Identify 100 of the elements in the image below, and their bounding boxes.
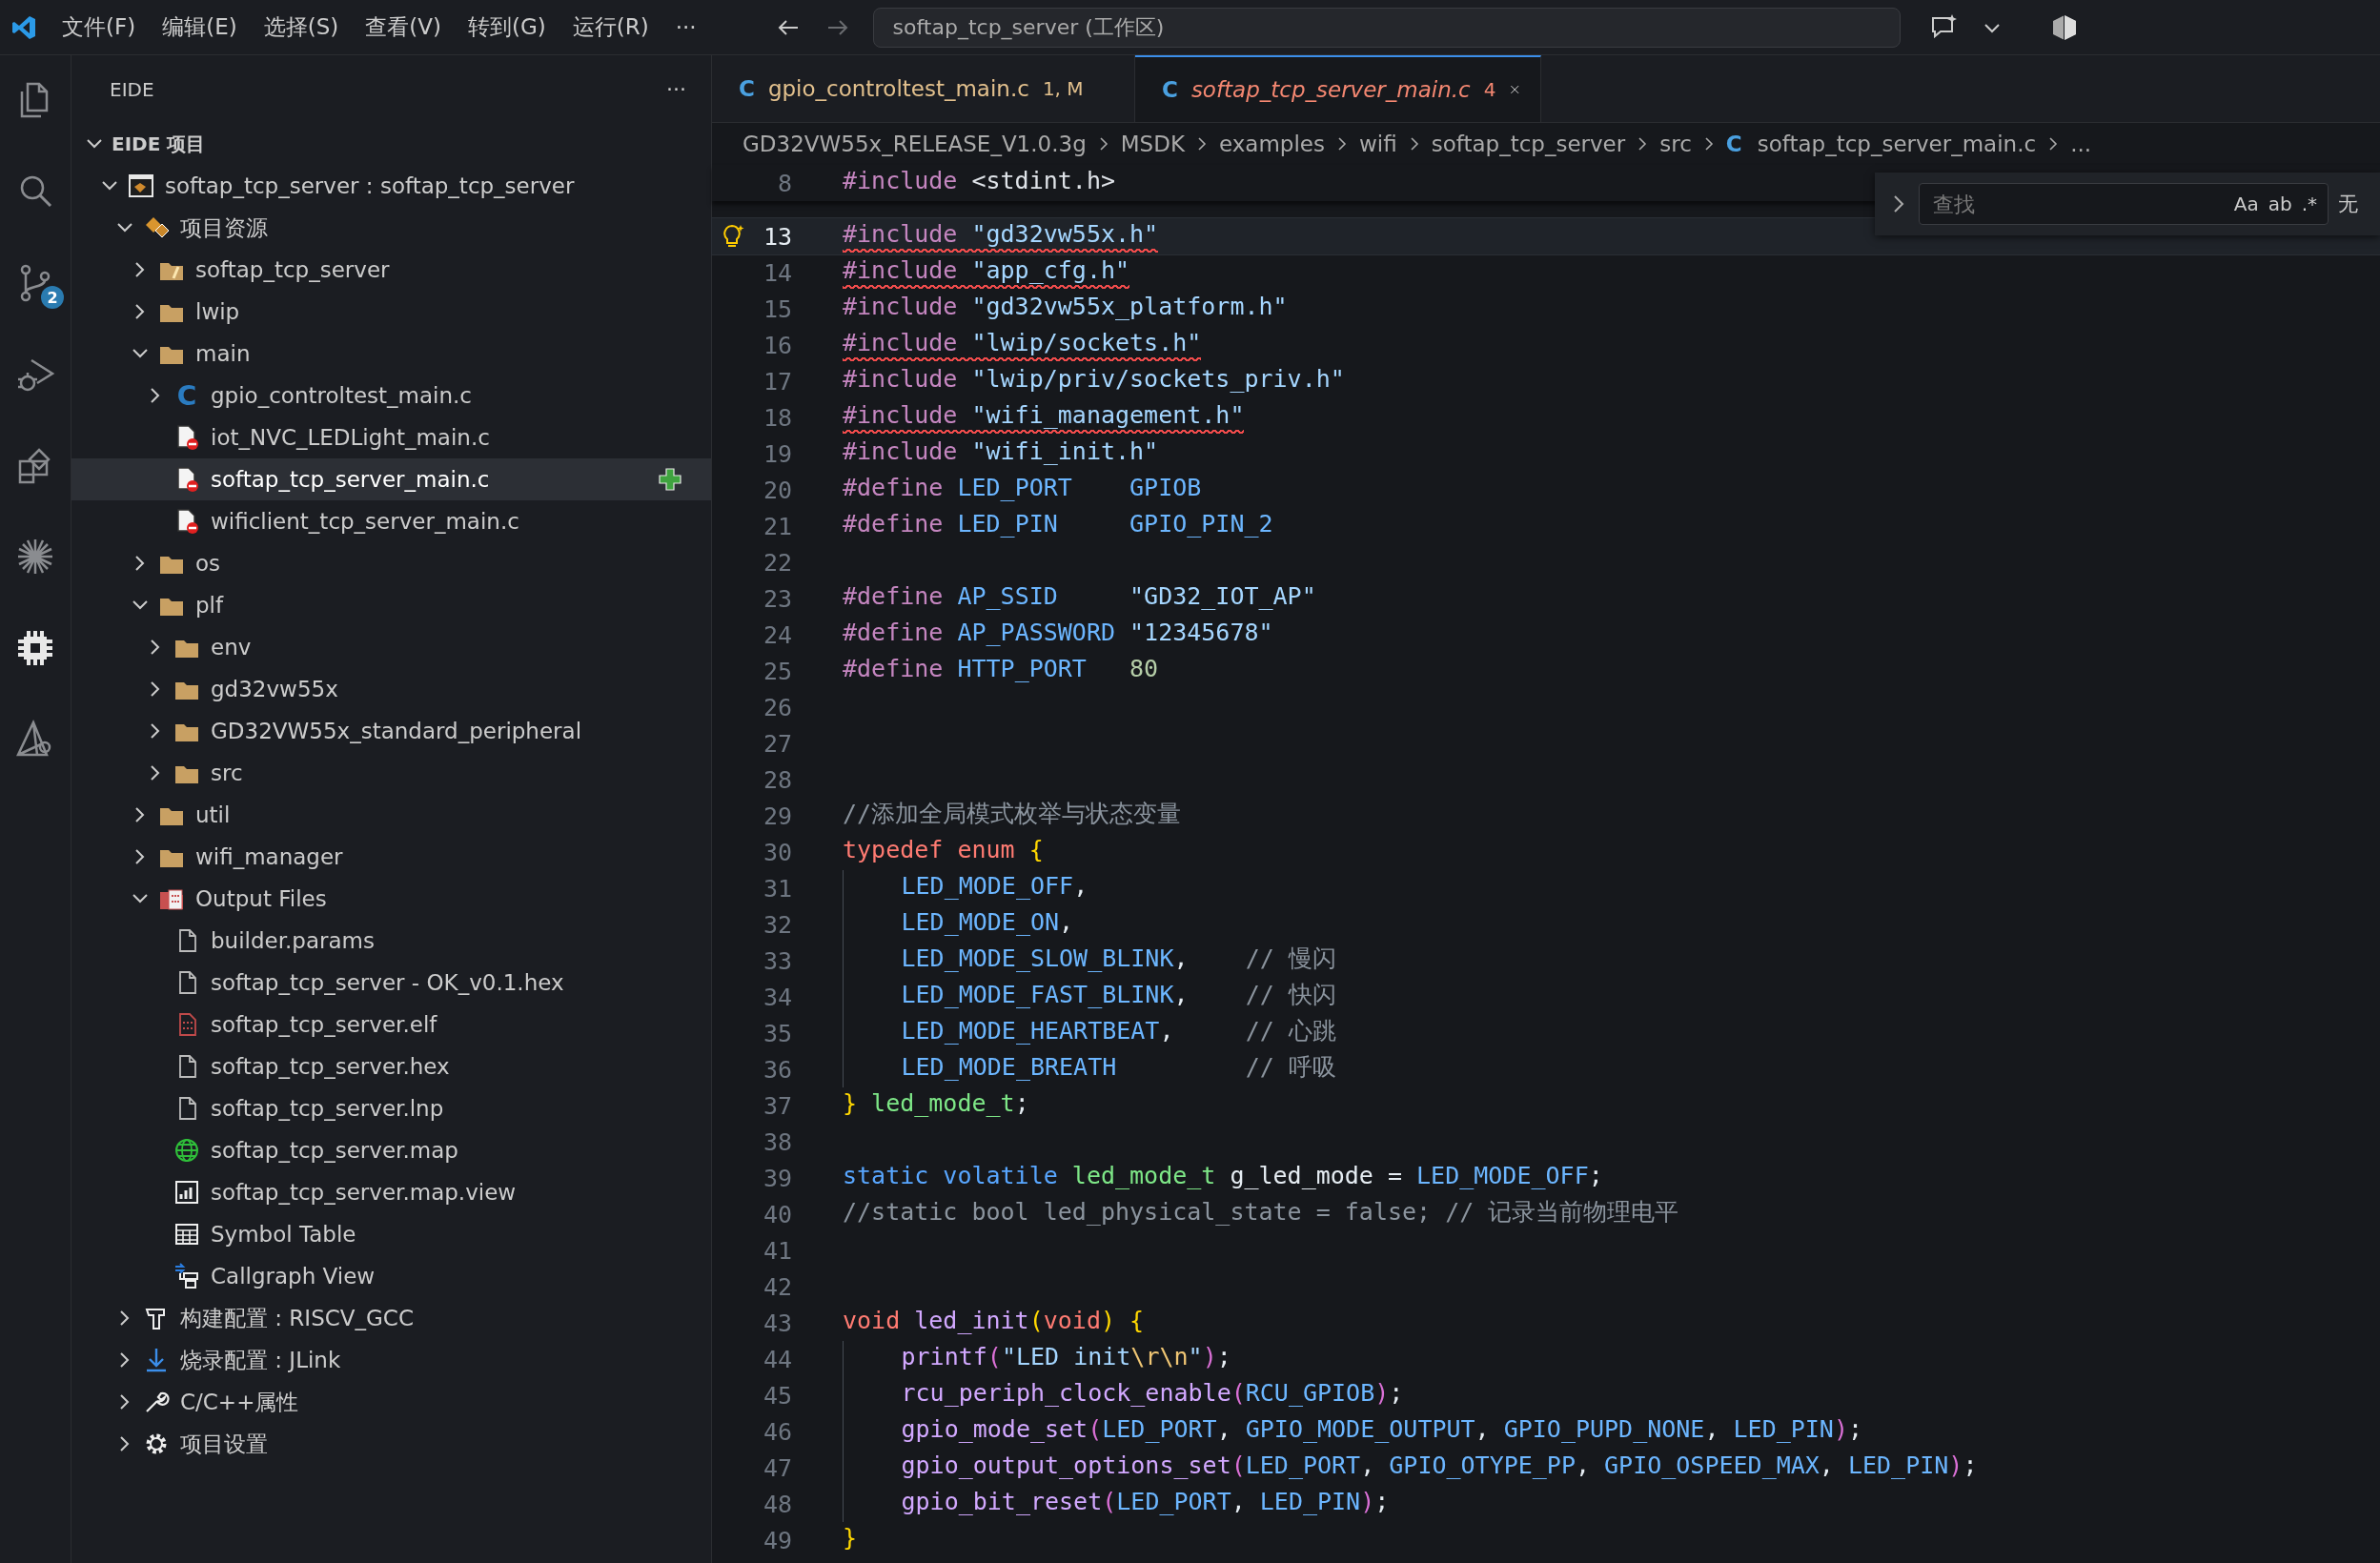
code-line: printf("LED init\r\n");: [901, 1343, 1231, 1372]
bar-chart-icon: [173, 1178, 201, 1207]
line-number: 36: [762, 1055, 792, 1084]
tree-item[interactable]: softap_tcp_server.map.view: [71, 1171, 711, 1213]
tree-item[interactable]: 构建配置 : RISCV_GCC: [71, 1297, 711, 1339]
line-number: 49: [762, 1526, 792, 1554]
breadcrumb[interactable]: MSDK: [1120, 132, 1185, 156]
code-line: //添加全局模式枚举与状态变量: [843, 800, 1182, 829]
add-button[interactable]: [658, 467, 682, 492]
line-number: 33: [762, 946, 792, 975]
tree-item[interactable]: iot_NVC_LEDLight_main.c: [71, 416, 711, 458]
c-language-icon: C: [173, 379, 201, 412]
globe-icon: [173, 1136, 201, 1165]
line-number: 18: [762, 403, 792, 432]
tree-item[interactable]: wificlient_tcp_server_main.c: [71, 500, 711, 542]
breadcrumb[interactable]: C softap_tcp_server_main.c: [1725, 132, 2037, 156]
line-number: 17: [762, 367, 792, 396]
tree-item[interactable]: builder.params: [71, 920, 711, 962]
tree-item[interactable]: os: [71, 542, 711, 584]
line-number: 14: [762, 258, 792, 287]
code-line: #define LED_PIN GPIO_PIN_2: [843, 510, 1273, 539]
tree-item[interactable]: 烧录配置 : JLink: [71, 1339, 711, 1381]
line-number: 43: [762, 1309, 792, 1337]
tree-item[interactable]: wifi_manager: [71, 836, 711, 878]
menu-item[interactable]: 运行(R): [565, 9, 656, 46]
find-option-toggle[interactable]: Aa: [2228, 191, 2264, 217]
match-count: 无: [2338, 192, 2358, 217]
tree-item[interactable]: plf: [71, 584, 711, 626]
breadcrumb[interactable]: examples: [1219, 132, 1325, 156]
tree-item[interactable]: 项目资源: [71, 207, 711, 249]
breadcrumb[interactable]: GD32VW55x_RELEASE_V1.0.3g: [742, 132, 1087, 156]
code-line: typedef enum {: [843, 836, 1044, 865]
project-window-icon: [127, 172, 155, 200]
tree-item[interactable]: Output Files: [71, 878, 711, 920]
line-number: 45: [762, 1381, 792, 1410]
tree-item[interactable]: gd32vw55x: [71, 668, 711, 710]
tree-item[interactable]: softap_tcp_server.hex: [71, 1045, 711, 1087]
breadcrumb[interactable]: src: [1659, 132, 1692, 156]
line-number: 24: [762, 620, 792, 649]
breadcrumb[interactable]: wifi: [1358, 132, 1397, 156]
tree-item[interactable]: softap_tcp_server.map: [71, 1129, 711, 1171]
tree-item[interactable]: lwip: [71, 291, 711, 333]
code-line: #include "gd32vw55x_platform.h": [843, 293, 1288, 322]
tree-item[interactable]: C gpio_controltest_main.c: [71, 375, 711, 416]
line-number: 46: [762, 1417, 792, 1446]
code-line: #include "lwip/priv/sockets_priv.h": [843, 365, 1345, 395]
line-number: 13: [762, 222, 792, 251]
code-line: rcu_periph_clock_enable(RCU_GPIOB);: [901, 1379, 1404, 1409]
find-option-toggle[interactable]: ab: [2263, 191, 2297, 217]
tree-item[interactable]: softap_tcp_server : softap_tcp_server: [71, 165, 711, 207]
line-number: 41: [762, 1236, 792, 1265]
tree-item[interactable]: GD32VW55x_standard_peripheral: [71, 710, 711, 752]
tree-item[interactable]: 项目设置: [71, 1423, 711, 1465]
line-number: 32: [762, 910, 792, 939]
line-number: 29: [762, 802, 792, 830]
line-number: 31: [762, 874, 792, 903]
menu-item[interactable]: 查看(V): [358, 9, 448, 46]
tree-item[interactable]: C/C++属性: [71, 1381, 711, 1423]
tree-item[interactable]: Symbol Table: [71, 1213, 711, 1255]
tree-item[interactable]: softap_tcp_server.elf: [71, 1004, 711, 1045]
line-number: 16: [762, 331, 792, 359]
breadcrumb[interactable]: ...: [2070, 132, 2092, 156]
find-option-toggle[interactable]: .*: [2296, 191, 2322, 217]
more-menu-button[interactable]: ···: [668, 10, 703, 44]
find-field[interactable]: 查找 Aa ab .*: [1919, 183, 2329, 225]
menu-item[interactable]: 编辑(E): [155, 9, 244, 46]
code-line: gpio_output_options_set(LED_PORT, GPIO_OTYPE_PP, GPIO_OSPEED_MAX, LED_PIN);: [901, 1451, 1978, 1481]
tree-item[interactable]: softap_tcp_server: [71, 249, 711, 291]
code-line: }: [843, 1524, 858, 1553]
tree-item[interactable]: Callgraph View: [71, 1255, 711, 1297]
tree-item[interactable]: softap_tcp_server.lnp: [71, 1087, 711, 1129]
line-number: 39: [762, 1164, 792, 1192]
menu-item[interactable]: 选择(S): [256, 9, 346, 46]
more-actions-button[interactable]: ···: [661, 76, 692, 102]
line-number: 26: [762, 693, 792, 721]
menu-item[interactable]: 转到(G): [460, 9, 553, 46]
tree-item[interactable]: src: [71, 752, 711, 794]
panel-title: EIDE: [110, 77, 154, 101]
code-line: gpio_mode_set(LED_PORT, GPIO_MODE_OUTPUT, GPIO_PUPD_NONE, LED_PIN);: [901, 1415, 1862, 1445]
line-number: 40: [762, 1200, 792, 1228]
tree-item[interactable]: softap_tcp_server - OK_v0.1.hex: [71, 962, 711, 1004]
line-number: 23: [762, 584, 792, 613]
tree-item[interactable]: main: [71, 333, 711, 375]
tree-item[interactable]: util: [71, 794, 711, 836]
count-badge: 2: [41, 286, 64, 309]
code-line: LED_MODE_BREATH // 呼吸: [901, 1053, 1336, 1083]
code-line: #include <stdint.h>: [843, 167, 1115, 196]
editor-tab[interactable]: C softap_tcp_server_main.c 4: [1135, 55, 1541, 122]
code-line: LED_MODE_SLOW_BLINK, // 慢闪: [901, 944, 1336, 974]
tree-item[interactable]: env: [71, 626, 711, 668]
line-number: 35: [762, 1019, 792, 1047]
command-center[interactable]: softap_tcp_server (工作区): [872, 7, 1901, 48]
tree-section[interactable]: EIDE 项目: [71, 123, 711, 165]
app-logo-icon[interactable]: [11, 14, 36, 40]
tree-item[interactable]: softap_tcp_server_main.c: [71, 458, 711, 500]
menu-item[interactable]: 文件(F): [55, 9, 143, 46]
breadcrumb[interactable]: softap_tcp_server: [1431, 132, 1626, 156]
line-number: 22: [762, 548, 792, 577]
line-number: 25: [762, 657, 792, 685]
code-line: static volatile led_mode_t g_led_mode = LED_MODE_OFF;: [843, 1162, 1603, 1191]
